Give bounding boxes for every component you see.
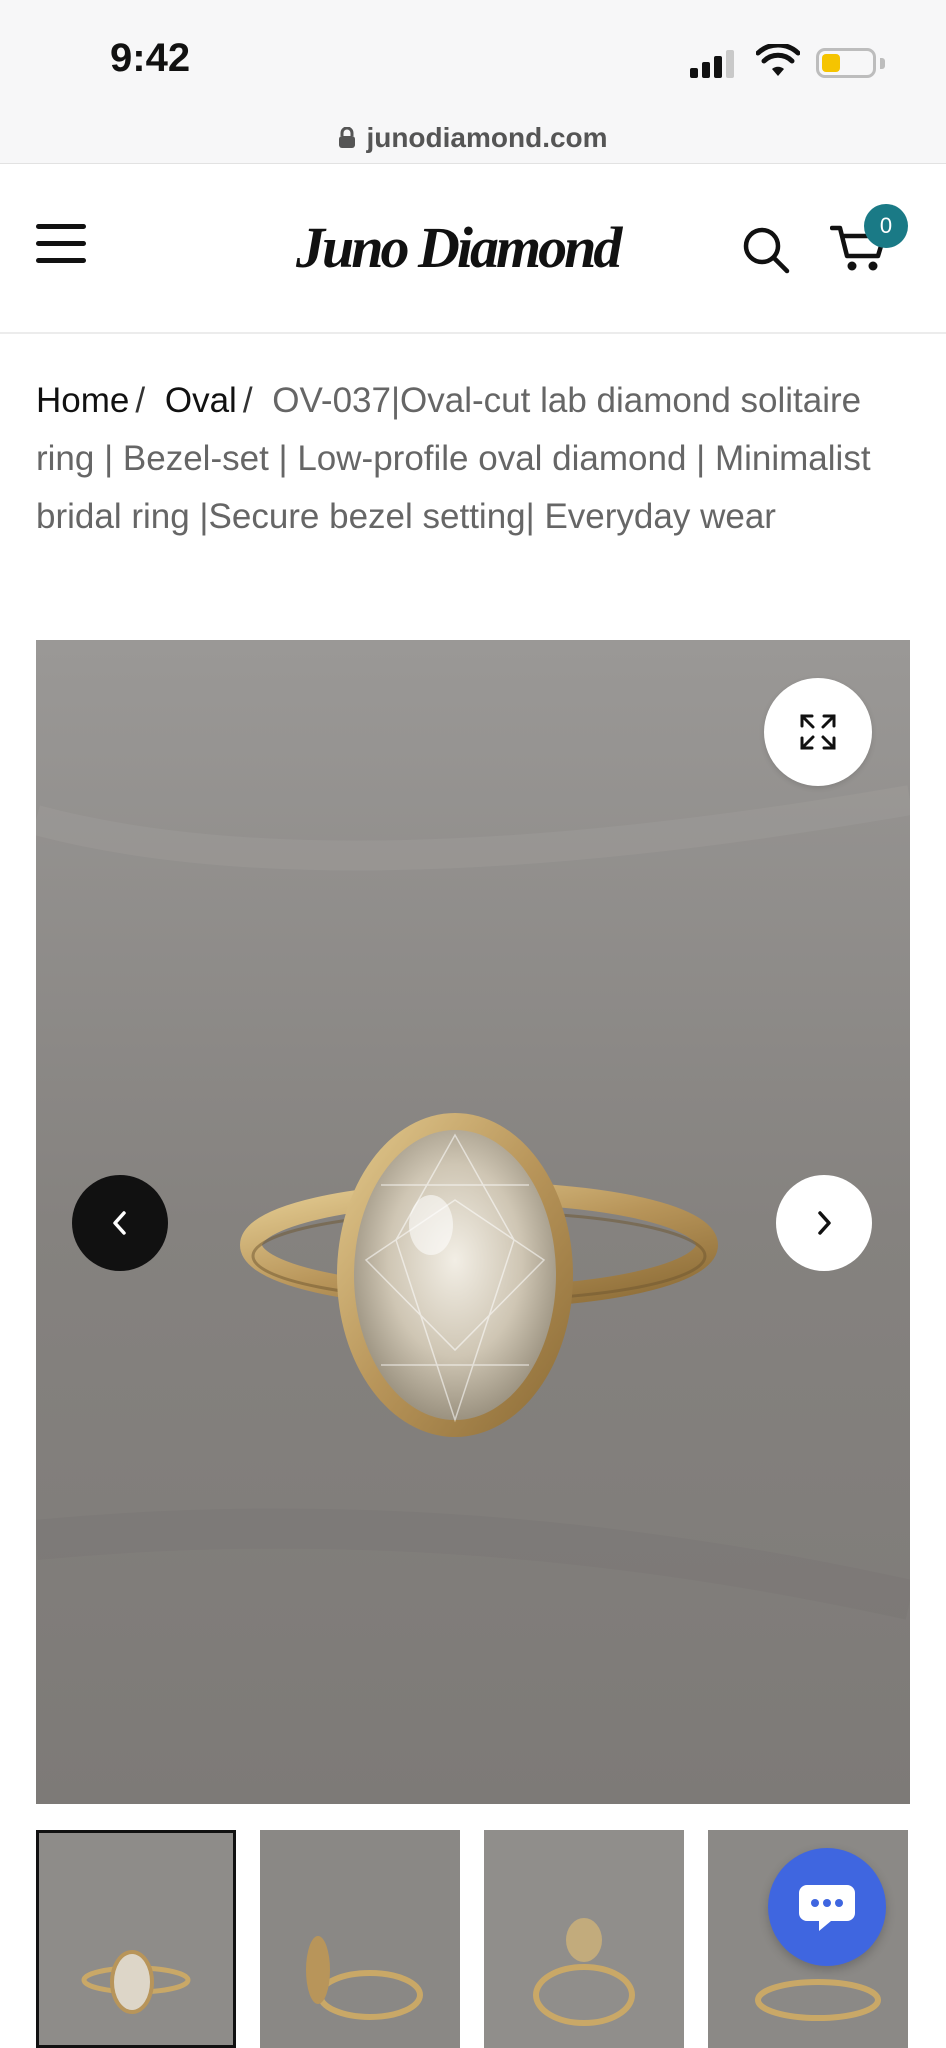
lock-icon: [339, 126, 356, 148]
chat-icon: [799, 1885, 855, 1931]
chevron-left-icon: [113, 1211, 126, 1235]
url-bar[interactable]: junodiamond.com: [0, 112, 946, 164]
wifi-icon: [756, 44, 800, 76]
site-header: Juno Diamond 0: [0, 164, 946, 334]
chat-support-button[interactable]: [768, 1848, 886, 1966]
cellular-signal-icon: [690, 50, 738, 78]
thumbnail-3[interactable]: [484, 1830, 684, 2048]
status-time: 9:42: [110, 36, 191, 80]
thumbnail-2[interactable]: [260, 1830, 460, 2048]
status-bar: 9:42: [0, 0, 946, 112]
hamburger-menu-icon[interactable]: [36, 224, 88, 264]
next-image-button[interactable]: [776, 1175, 872, 1271]
brand-logo[interactable]: Juno Diamond: [296, 214, 622, 281]
cart-count-badge: 0: [864, 204, 908, 248]
breadcrumb-home-link[interactable]: Home: [36, 381, 129, 420]
url-text: junodiamond.com: [366, 121, 608, 153]
breadcrumb-current-product: OV-037|Oval-cut lab diamond solitaire ri…: [36, 381, 871, 536]
expand-image-button[interactable]: [764, 678, 872, 786]
battery-icon: [816, 48, 876, 78]
chevron-right-icon: [818, 1211, 831, 1235]
breadcrumb-category-link[interactable]: Oval: [165, 381, 237, 420]
breadcrumb: Home / Oval / OV-037|Oval-cut lab diamond …: [36, 381, 871, 536]
previous-image-button[interactable]: [72, 1175, 168, 1271]
search-icon[interactable]: [742, 226, 790, 274]
expand-icon: [800, 714, 836, 750]
thumbnail-1[interactable]: [36, 1830, 236, 2048]
